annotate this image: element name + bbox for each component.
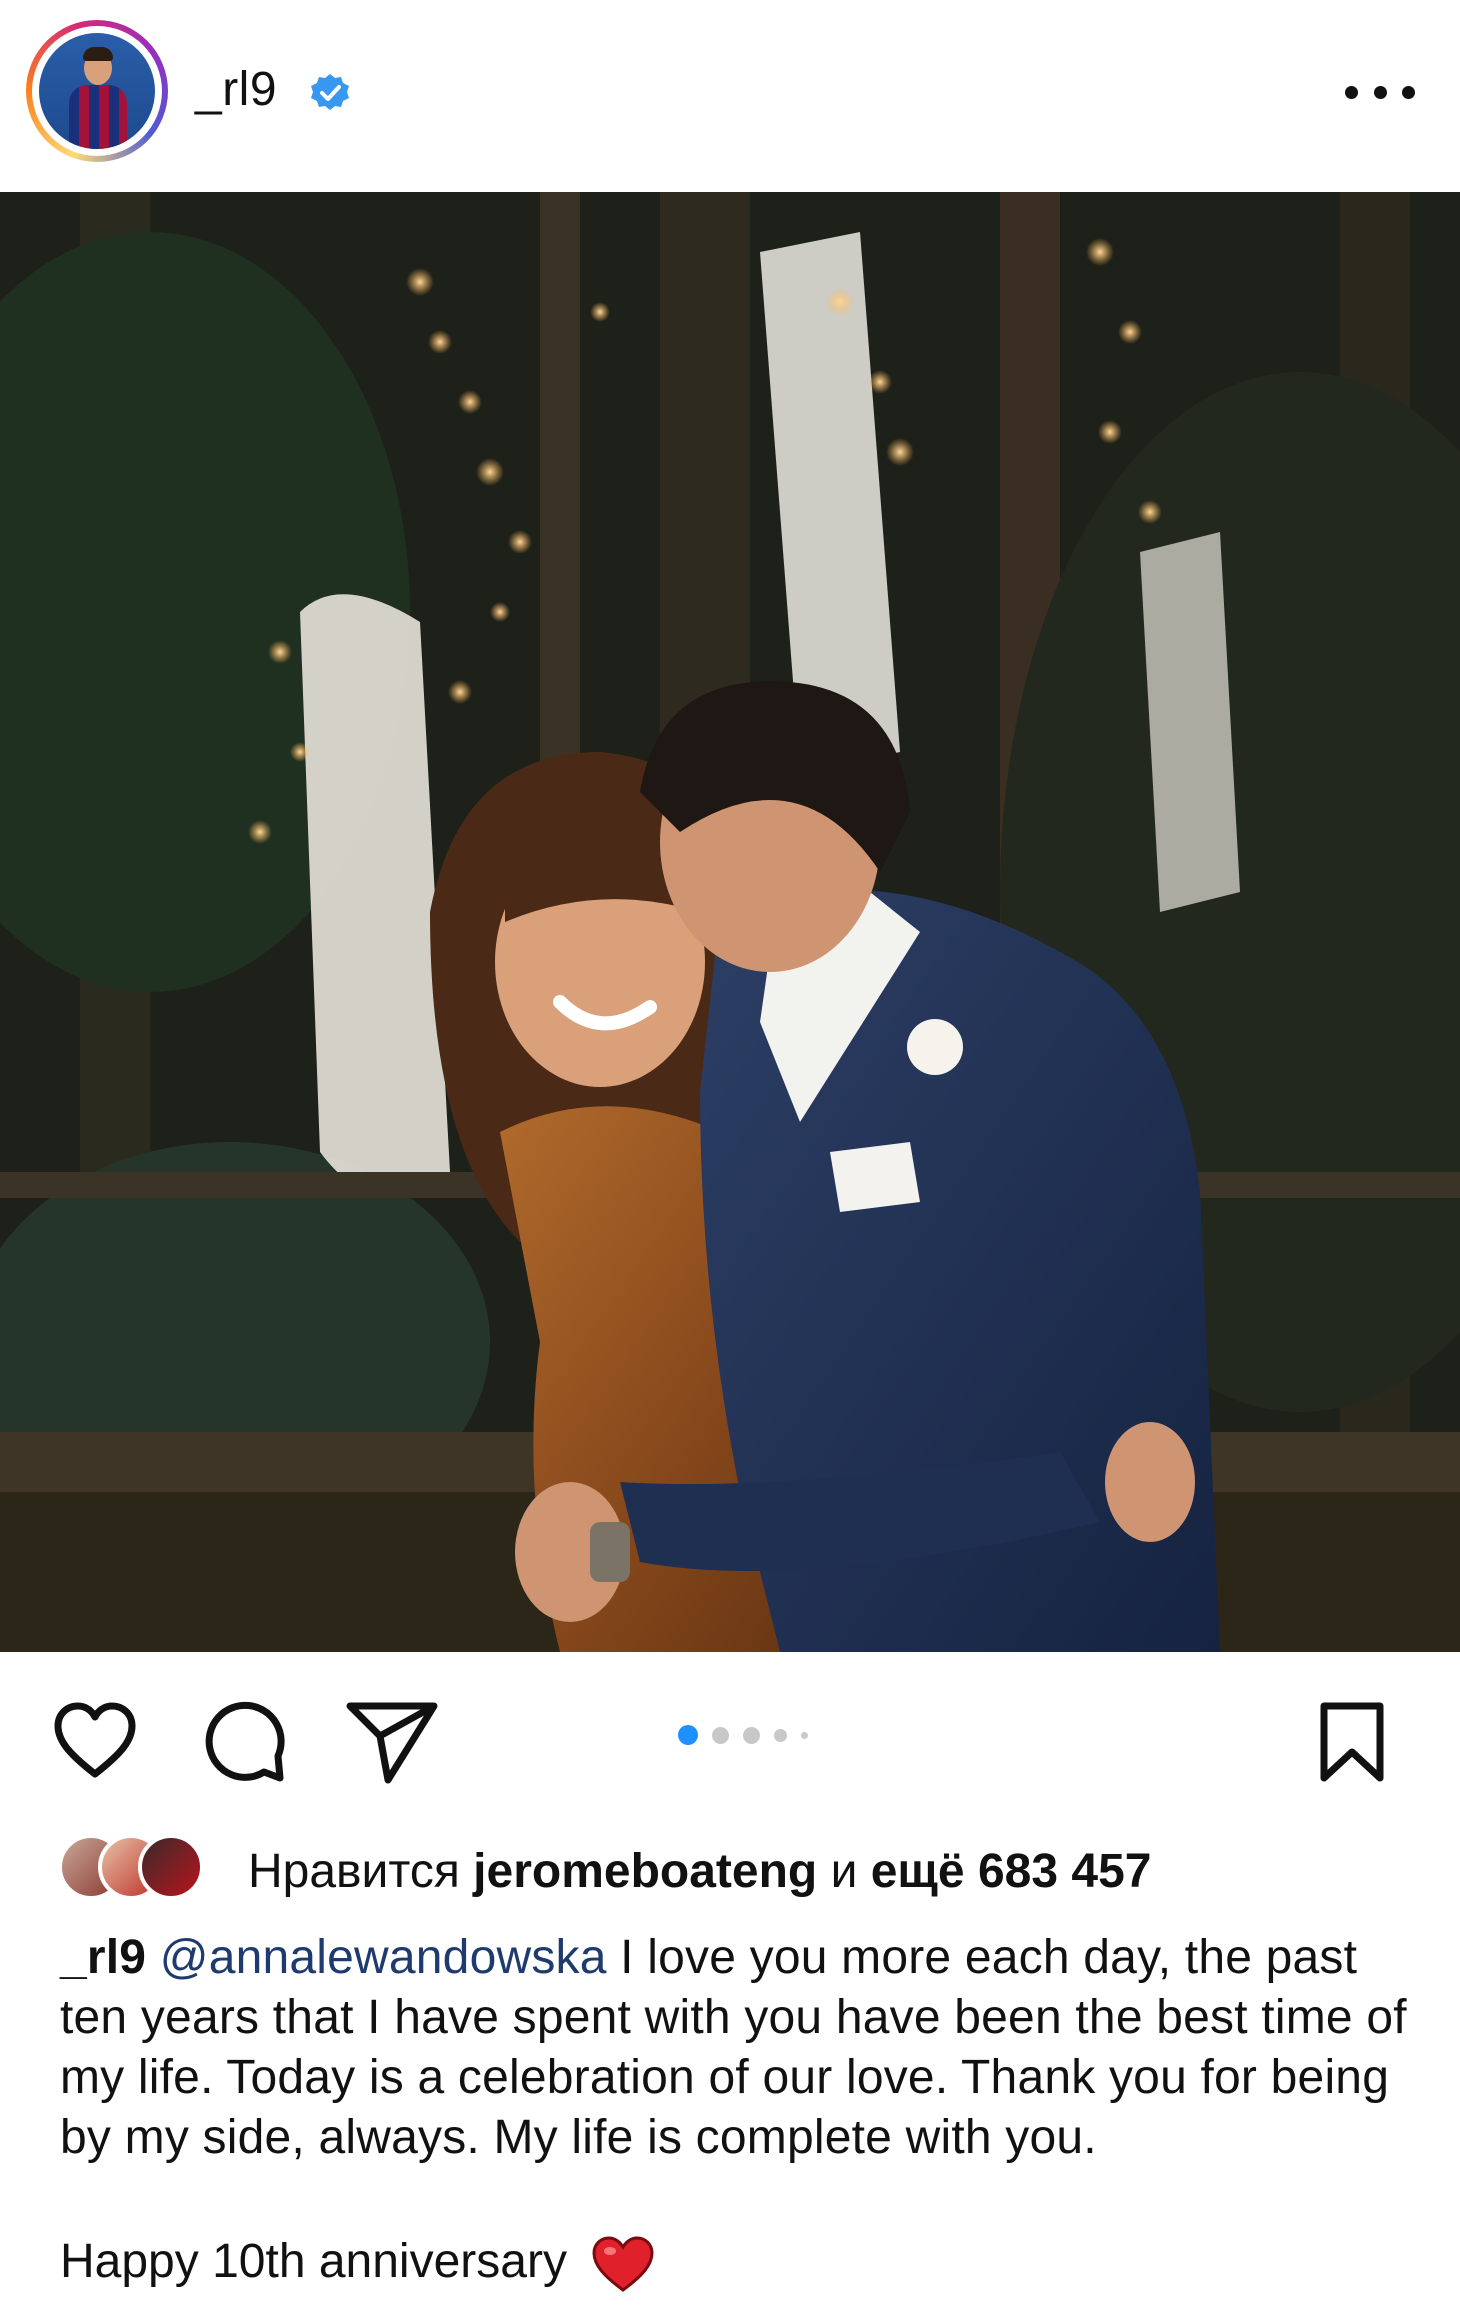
carousel-dot [743,1726,760,1744]
post-header: _rl9 [0,0,1460,192]
username[interactable]: _rl9 [195,62,277,117]
caption-mention[interactable]: @annalewandowska [160,1931,607,1984]
likes-text: Нравится jeromeboateng и ещё 683 457 [248,1844,1151,1899]
avatar[interactable] [39,33,155,149]
more-options-button[interactable] [1345,72,1415,112]
likes-count[interactable]: ещё 683 457 [871,1845,1152,1898]
comment-icon[interactable] [202,1700,286,1784]
liker-username[interactable]: jeromeboateng [473,1845,817,1898]
red-heart-emoji [592,2236,654,2293]
carousel-indicator [678,1724,822,1746]
heart-icon[interactable] [52,1700,138,1780]
caption-username[interactable]: _rl9 [60,1931,146,1984]
post-image[interactable] [0,192,1460,1652]
carousel-dot [712,1726,729,1744]
carousel-dot [801,1731,808,1739]
verified-badge-icon [311,74,349,110]
likes-prefix: Нравится [248,1845,460,1898]
carousel-dot-active [678,1725,698,1745]
likes-connector: и [830,1845,858,1898]
caption-line-2: Happy 10th anniversary [60,2232,656,2294]
story-ring[interactable] [26,20,168,162]
more-dot [1373,85,1387,99]
more-dot [1345,85,1358,99]
bookmark-icon[interactable] [1316,1700,1388,1784]
post-caption: _rl9 @annalewandowska I love you more ea… [60,1928,1420,2168]
carousel-dot [774,1728,787,1742]
more-dot [1402,85,1415,99]
likes-summary[interactable]: Нравится jeromeboateng и ещё 683 457 [58,1830,1438,1910]
liker-avatar [138,1834,204,1900]
send-icon[interactable] [344,1698,440,1786]
caption-anniversary-text: Happy 10th anniversary [60,2235,567,2288]
